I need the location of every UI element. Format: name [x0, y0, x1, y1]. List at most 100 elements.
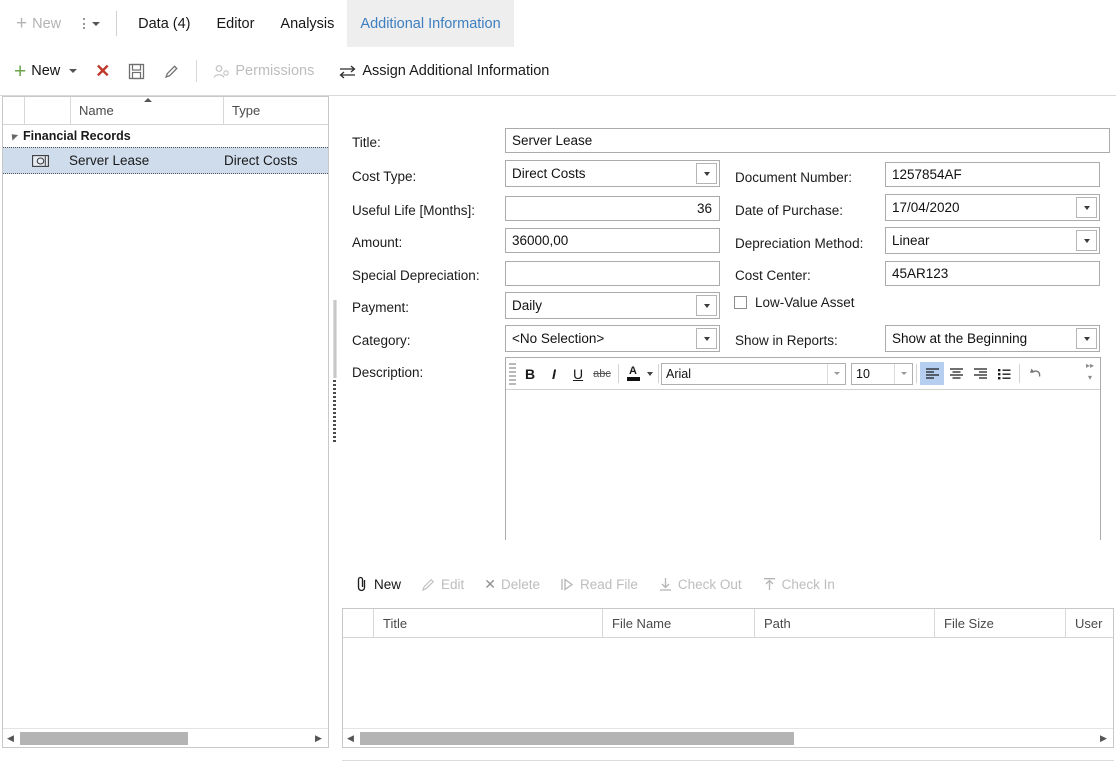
attachment-new-button[interactable]: New	[345, 576, 411, 592]
panel-splitter[interactable]	[333, 300, 337, 378]
undo-button[interactable]	[1023, 362, 1047, 385]
chevron-down-icon[interactable]	[1076, 328, 1097, 349]
underline-button[interactable]: U	[566, 362, 590, 385]
toolbar-overflow-button[interactable]: ▸▸ ▾	[1083, 361, 1097, 382]
plus-icon: +	[16, 13, 28, 34]
description-text-area[interactable]	[506, 390, 1100, 540]
overflow-chevron-icon: ▾	[1087, 373, 1092, 382]
attachments-column-user[interactable]: User	[1066, 609, 1113, 637]
show-in-reports-label: Show in Reports:	[735, 333, 838, 348]
chevron-down-icon[interactable]	[696, 328, 717, 349]
cost-type-dropdown[interactable]: Direct Costs	[505, 160, 720, 187]
tree-row-type: Direct Costs	[224, 153, 298, 168]
scroll-right-arrow-icon[interactable]: ▶	[1096, 731, 1111, 746]
panel-splitter-grip[interactable]	[333, 380, 336, 442]
read-file-icon	[560, 577, 575, 592]
tree-column-icon1[interactable]	[3, 97, 25, 124]
attachments-toolbar: New Edit ✕ Delete Read File Check Out Ch…	[345, 570, 1105, 598]
chevron-down-icon[interactable]	[1076, 230, 1097, 251]
toolbar-edit-button[interactable]	[154, 56, 189, 86]
toolbar-delete-button[interactable]: ✕	[86, 56, 119, 86]
checkbox-square-icon[interactable]	[734, 296, 747, 309]
scrollbar-thumb[interactable]	[20, 731, 188, 745]
attachment-read-file-button[interactable]: Read File	[550, 577, 648, 592]
toolbar-new-button[interactable]: + New	[0, 56, 86, 86]
attachments-horizontal-scrollbar[interactable]: ◀ ▶	[343, 728, 1113, 747]
top-tab-bar: + New Data (4) Editor Analysis Additiona…	[0, 0, 1116, 48]
toolbar-assign-additional-information-button[interactable]: Assign Additional Information	[329, 56, 558, 86]
font-family-combo[interactable]: Arial	[661, 362, 846, 385]
tab-editor[interactable]: Editor	[204, 0, 268, 47]
special-depreciation-input[interactable]	[505, 261, 720, 286]
tree-horizontal-scrollbar[interactable]: ◀ ▶	[3, 728, 328, 747]
font-color-dropdown[interactable]	[643, 362, 656, 385]
toolbar-permissions-button[interactable]: Permissions	[204, 56, 323, 86]
scroll-right-arrow-icon[interactable]: ▶	[311, 731, 326, 746]
attachments-column-select[interactable]	[343, 609, 374, 637]
strikethrough-icon: abc	[593, 367, 611, 380]
useful-life-input[interactable]: 36	[505, 196, 720, 221]
attachments-column-file-name[interactable]: File Name	[603, 609, 755, 637]
title-label: Title:	[352, 135, 381, 150]
new-record-button[interactable]: + New	[0, 0, 73, 47]
toolbar-save-button[interactable]	[119, 56, 154, 86]
amount-input[interactable]: 36000,00	[505, 228, 720, 253]
attachments-column-file-size[interactable]: File Size	[935, 609, 1066, 637]
x-icon: ✕	[484, 575, 497, 592]
chevron-down-icon[interactable]	[696, 295, 717, 316]
toolbar-assign-label: Assign Additional Information	[362, 63, 550, 79]
bold-button[interactable]: B	[518, 362, 542, 385]
title-input[interactable]: Server Lease	[505, 128, 1110, 153]
attachment-check-out-button[interactable]: Check Out	[648, 577, 752, 592]
low-value-asset-checkbox[interactable]: Low-Value Asset	[734, 295, 855, 310]
attachment-delete-button[interactable]: ✕ Delete	[474, 576, 550, 593]
scroll-left-arrow-icon[interactable]: ◀	[343, 731, 358, 746]
font-color-button[interactable]: A	[623, 362, 643, 385]
font-size-combo[interactable]: 10	[851, 362, 913, 385]
tree-column-type[interactable]: Type	[224, 97, 328, 124]
tab-additional-information-label: Additional Information	[360, 15, 501, 32]
tab-analysis[interactable]: Analysis	[267, 0, 347, 47]
payment-dropdown[interactable]: Daily	[505, 292, 720, 319]
chevron-down-icon[interactable]	[894, 363, 912, 384]
attachment-edit-button[interactable]: Edit	[411, 577, 474, 592]
show-in-reports-dropdown[interactable]: Show at the Beginning	[885, 325, 1100, 352]
align-right-button[interactable]	[968, 362, 992, 385]
toolbar-grip-icon[interactable]	[509, 362, 516, 385]
category-dropdown[interactable]: <No Selection>	[505, 325, 720, 352]
italic-button[interactable]: I	[542, 362, 566, 385]
strikethrough-button[interactable]: abc	[590, 362, 614, 385]
useful-life-label: Useful Life [Months]:	[352, 203, 476, 218]
expand-triangle-icon[interactable]	[8, 131, 19, 141]
align-left-button[interactable]	[920, 362, 944, 385]
attachments-column-title[interactable]: Title	[374, 609, 603, 637]
attachments-table: Title File Name Path File Size User ◀ ▶	[342, 608, 1114, 748]
tree-group-financial-records[interactable]: Financial Records	[3, 125, 328, 147]
tree-group-label: Financial Records	[23, 129, 131, 143]
chevron-down-icon[interactable]	[1076, 197, 1097, 218]
rte-toolbar: B I U abc A Arial 10 ▸▸ ▾	[506, 358, 1100, 390]
table-row[interactable]: Server Lease Direct Costs	[3, 147, 328, 174]
bullet-list-button[interactable]	[992, 362, 1016, 385]
chevron-down-icon[interactable]	[696, 163, 717, 184]
attachment-check-in-button[interactable]: Check In	[752, 577, 845, 592]
divider	[916, 364, 917, 383]
attachments-column-path[interactable]: Path	[755, 609, 935, 637]
cost-type-label: Cost Type:	[352, 169, 417, 184]
more-options-button[interactable]	[73, 0, 110, 47]
scrollbar-thumb[interactable]	[360, 731, 794, 745]
description-rich-text-editor: B I U abc A Arial 10 ▸▸ ▾	[505, 357, 1101, 540]
scroll-left-arrow-icon[interactable]: ◀	[3, 731, 18, 746]
tab-data[interactable]: Data (4)	[125, 0, 203, 47]
attachment-new-label: New	[374, 576, 402, 592]
tree-header-row: Name Type	[3, 97, 328, 125]
chevron-down-icon[interactable]	[827, 363, 845, 384]
align-center-button[interactable]	[944, 362, 968, 385]
depreciation-method-dropdown[interactable]: Linear	[885, 227, 1100, 254]
date-of-purchase-dropdown[interactable]: 17/04/2020	[885, 194, 1100, 221]
cost-center-input[interactable]: 45AR123	[885, 261, 1100, 286]
tree-column-icon2[interactable]	[25, 97, 71, 124]
command-toolbar: + New ✕ Permissions Assign Additional In…	[0, 47, 1116, 96]
document-number-input[interactable]: 1257854AF	[885, 162, 1100, 187]
tab-additional-information[interactable]: Additional Information	[347, 0, 514, 47]
